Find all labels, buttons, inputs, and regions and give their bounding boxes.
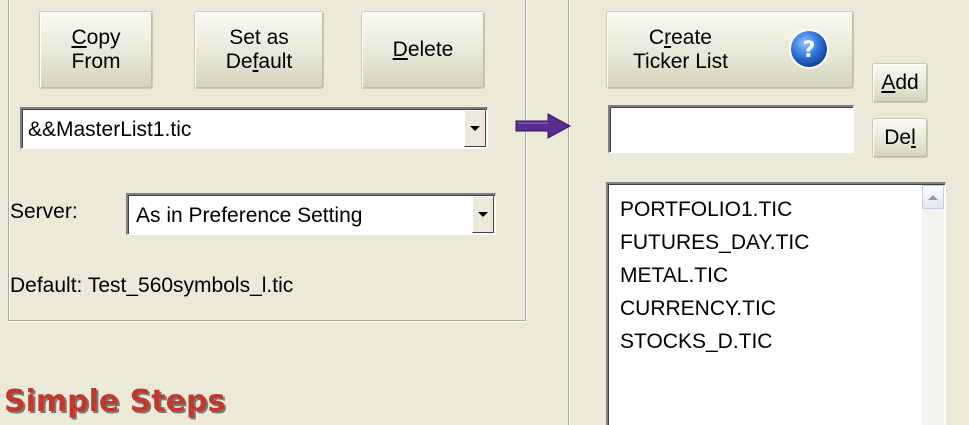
ticker-list-item[interactable]: METAL.TIC <box>620 259 809 292</box>
server-value: As in Preference Setting <box>136 204 363 227</box>
server-label: Server: <box>10 200 78 223</box>
left-panel-border <box>525 0 526 320</box>
add-button[interactable]: Add <box>872 63 928 103</box>
master-list-value: &&MasterList1.tic <box>28 118 192 141</box>
new-ticker-list-input[interactable] <box>608 105 854 153</box>
server-dropdown-button[interactable] <box>472 196 494 233</box>
del-button[interactable]: Del <box>872 118 928 158</box>
delete-button[interactable]: Delete <box>361 11 485 89</box>
ticker-list-items: PORTFOLIO1.TIC FUTURES_DAY.TIC METAL.TIC CU… <box>620 193 809 358</box>
right-arrow-icon <box>515 113 572 139</box>
del-label: Del <box>884 126 916 149</box>
scroll-up-icon <box>928 194 938 200</box>
add-label: Add <box>881 71 919 94</box>
chevron-down-icon <box>478 212 488 217</box>
ticker-list-box[interactable]: PORTFOLIO1.TIC FUTURES_DAY.TIC METAL.TIC CU… <box>606 182 946 425</box>
copy-from-label-2: From <box>71 50 121 73</box>
chevron-down-icon <box>470 126 480 131</box>
simple-steps-heading: Simple Steps <box>4 384 226 419</box>
create-label-2: Ticker List <box>633 50 728 73</box>
svg-text:?: ? <box>803 38 816 63</box>
set-default-button[interactable]: Set as Default <box>194 11 324 89</box>
scroll-up-button[interactable] <box>922 185 944 209</box>
ticker-list-item[interactable]: PORTFOLIO1.TIC <box>620 193 809 226</box>
ticker-list-item[interactable]: STOCKS_D.TIC <box>620 325 809 358</box>
master-list-dropdown-button[interactable] <box>464 110 486 147</box>
server-dropdown[interactable]: As in Preference Setting <box>126 193 496 235</box>
right-panel-divider <box>568 0 569 425</box>
left-edge-border <box>8 0 9 320</box>
list-scrollbar[interactable] <box>922 185 944 425</box>
master-list-dropdown[interactable]: &&MasterList1.tic <box>20 107 488 149</box>
ticker-list-item[interactable]: FUTURES_DAY.TIC <box>620 226 809 259</box>
set-default-label-1: Set as <box>229 26 289 49</box>
delete-label: Delete <box>392 38 454 61</box>
left-panel-bottom-border <box>8 320 526 321</box>
copy-from-label-1-rest: opy <box>86 26 121 49</box>
copy-from-button[interactable]: Copy From <box>39 11 153 89</box>
copy-from-label-1: Copy <box>71 26 121 49</box>
set-default-label-2: Default <box>225 50 293 73</box>
ticker-list-item[interactable]: CURRENCY.TIC <box>620 292 809 325</box>
default-list-text: Default: Test_560symbols_l.tic <box>10 274 294 297</box>
help-icon[interactable]: ? <box>788 28 830 70</box>
create-label-1: Create <box>648 26 712 49</box>
